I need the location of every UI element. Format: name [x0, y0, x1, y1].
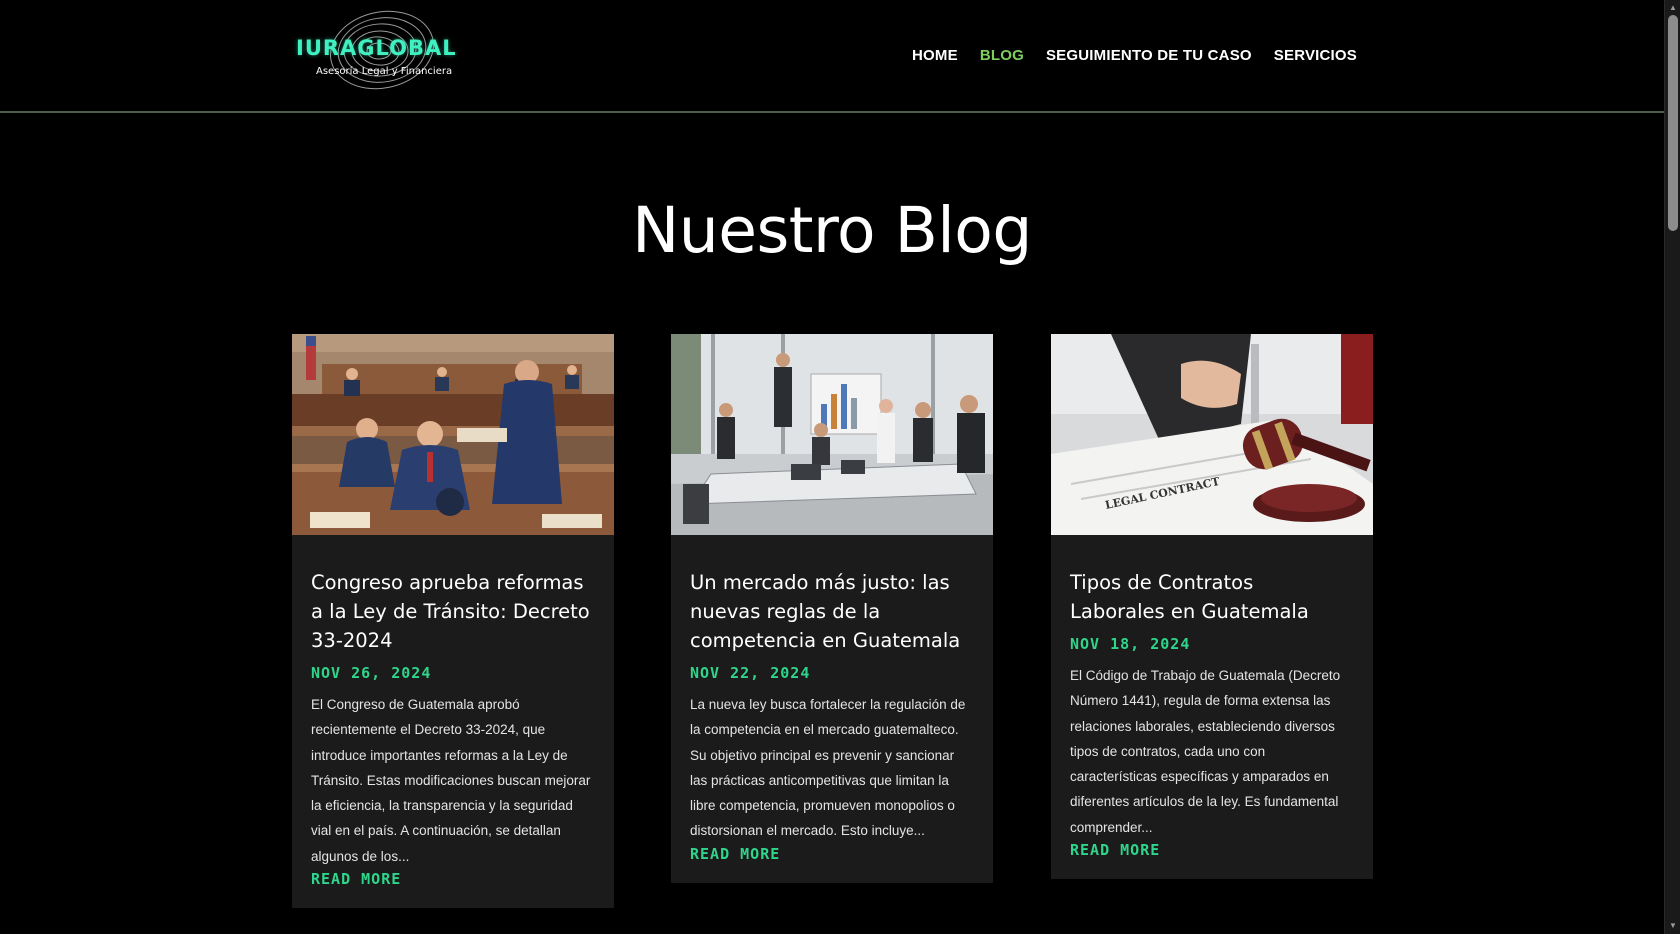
- nav-item-servicios[interactable]: SERVICIOS: [1274, 47, 1357, 64]
- nav-item-blog[interactable]: BLOG: [980, 47, 1024, 64]
- blog-card-title[interactable]: Congreso aprueba reformas a la Ley de Tr…: [311, 568, 594, 655]
- blog-card: LEGAL CONTRACT Tipos de Contratos Labora…: [1051, 334, 1373, 880]
- blog-card-image-courtroom[interactable]: [292, 334, 614, 535]
- blog-card-excerpt: La nueva ley busca fortalecer la regulac…: [690, 697, 966, 839]
- logo-name: IURAGLOBAL: [296, 36, 457, 60]
- scroll-up-arrow-icon[interactable]: ▲: [1668, 3, 1678, 13]
- site-logo[interactable]: IURAGLOBAL Asesoría Legal y Financiera: [292, 6, 470, 94]
- nav-item-home[interactable]: HOME: [912, 47, 958, 64]
- legal-contract-gavel-photo: LEGAL CONTRACT: [1051, 334, 1373, 535]
- courtroom-illustration: [292, 334, 614, 535]
- blog-card-title[interactable]: Un mercado más justo: las nuevas reglas …: [690, 568, 973, 655]
- site-header: IURAGLOBAL Asesoría Legal y Financiera H…: [0, 0, 1664, 113]
- main-nav: HOME BLOG SEGUIMIENTO DE TU CASO SERVICI…: [912, 47, 1357, 64]
- blog-card-body: Tipos de Contratos Laborales en Guatemal…: [1051, 535, 1373, 879]
- page-scrollbar[interactable]: ▲ ▼: [1664, 0, 1680, 934]
- blog-card-image-contract[interactable]: LEGAL CONTRACT: [1051, 334, 1373, 535]
- nav-item-seguimiento[interactable]: SEGUIMIENTO DE TU CASO: [1046, 47, 1252, 64]
- blog-card-date: NOV 26, 2024: [311, 664, 432, 682]
- read-more-link[interactable]: READ MORE: [311, 870, 594, 888]
- blog-card-excerpt: El Código de Trabajo de Guatemala (Decre…: [1070, 668, 1341, 835]
- scrollbar-thumb[interactable]: [1668, 15, 1678, 231]
- blog-card-excerpt: El Congreso de Guatemala aprobó reciente…: [311, 697, 591, 864]
- scroll-down-arrow-icon[interactable]: ▼: [1668, 921, 1678, 931]
- blog-card: Un mercado más justo: las nuevas reglas …: [671, 334, 993, 883]
- blog-card: Congreso aprueba reformas a la Ley de Tr…: [292, 334, 614, 909]
- blog-card-date: NOV 18, 2024: [1070, 635, 1191, 653]
- business-meeting-photo: [671, 334, 993, 535]
- blog-card-title[interactable]: Tipos de Contratos Laborales en Guatemal…: [1070, 568, 1353, 626]
- blog-card-image-meeting[interactable]: [671, 334, 993, 535]
- read-more-link[interactable]: READ MORE: [1070, 841, 1353, 859]
- read-more-link[interactable]: READ MORE: [690, 845, 973, 863]
- logo-tagline: Asesoría Legal y Financiera: [316, 66, 453, 77]
- page-title: Nuestro Blog: [632, 194, 1032, 267]
- blog-card-body: Congreso aprueba reformas a la Ley de Tr…: [292, 535, 614, 908]
- blog-card-date: NOV 22, 2024: [690, 664, 811, 682]
- blog-card-body: Un mercado más justo: las nuevas reglas …: [671, 535, 993, 883]
- page: IURAGLOBAL Asesoría Legal y Financiera H…: [0, 0, 1680, 934]
